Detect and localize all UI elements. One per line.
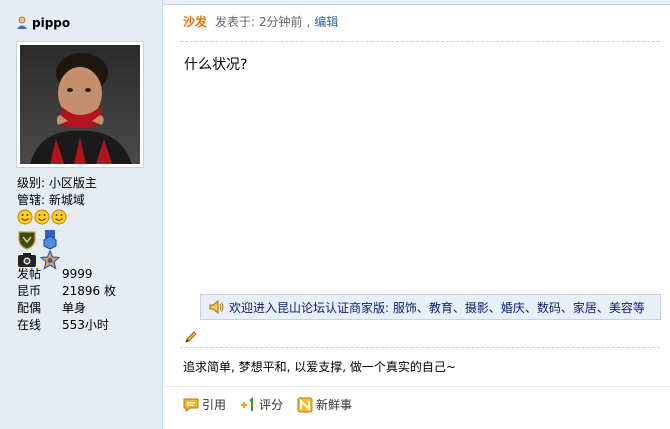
avatar[interactable] [20, 45, 140, 164]
shield-medal-icon[interactable] [17, 230, 37, 250]
stat-row: 发帖 9999 [17, 266, 116, 283]
stat-row: 在线 553小时 [17, 317, 116, 334]
stat-value: 单身 [62, 301, 87, 315]
stat-value: 9999 [62, 267, 93, 281]
speaker-icon [209, 300, 224, 314]
avatar-frame[interactable] [16, 41, 144, 168]
smiley-icon [51, 209, 67, 225]
stat-row: 配偶 单身 [17, 300, 116, 317]
stat-value: 21896 枚 [62, 284, 116, 298]
user-icon [17, 16, 27, 29]
news-label[interactable]: 新鲜事 [316, 396, 352, 413]
stat-value: 553小时 [62, 318, 109, 332]
notice-text[interactable]: 欢迎进入昆山论坛认证商家版: 服饰、教育、摄影、婚庆、数码、家居、美容等 [229, 299, 645, 316]
level-label: 级别: [17, 176, 46, 190]
stat-label: 在线 [17, 318, 42, 332]
user-sidebar: pippo 级别: 小区版主 管辖: 新城域 发帖 9999 昆币 21896 … [0, 0, 163, 429]
signature: 追求简单, 梦想平和, 以爱支撑, 做一个真实的自己~ [183, 360, 456, 374]
news-button[interactable]: 新鲜事 [297, 396, 352, 413]
level-row: 级别: 小区版主 [17, 175, 97, 191]
user-stats: 发帖 9999 昆币 21896 枚 配偶 单身 在线 553小时 [17, 266, 116, 334]
region-value: 新城域 [48, 193, 85, 207]
news-icon [297, 397, 313, 412]
quote-icon [183, 398, 199, 412]
region-row: 管辖: 新城域 [17, 192, 85, 208]
edit-link[interactable]: 编辑 [314, 13, 338, 30]
plus-one-icon [241, 396, 254, 411]
smiley-icon [17, 209, 33, 225]
stat-label: 配偶 [17, 301, 42, 315]
header-divider [180, 41, 660, 42]
rate-button[interactable]: 评分 [240, 396, 283, 413]
region-label: 管辖: [17, 193, 46, 207]
level-value: 小区版主 [48, 176, 97, 190]
rate-label[interactable]: 评分 [259, 396, 283, 413]
rank-stars [17, 209, 67, 225]
footer-divider [165, 386, 670, 387]
quote-label[interactable]: 引用 [202, 396, 226, 413]
ribbon-medal-icon[interactable] [40, 230, 60, 250]
post-actions: 引用 评分 新鲜事 [183, 396, 352, 413]
smiley-icon [34, 209, 50, 225]
stat-row: 昆币 21896 枚 [17, 283, 116, 300]
post-floor-label[interactable]: 沙发 [183, 13, 207, 30]
separator: , [306, 15, 311, 29]
stat-label: 昆币 [17, 284, 42, 298]
post-content: 什么状况? [184, 57, 248, 73]
post-time: 发表于: 2分钟前 [215, 15, 303, 29]
stat-label: 发帖 [17, 267, 42, 281]
username-row[interactable]: pippo [16, 15, 70, 31]
pencil-icon [185, 331, 197, 343]
signature-divider [180, 347, 660, 348]
username[interactable]: pippo [32, 16, 70, 30]
quote-button[interactable]: 引用 [183, 396, 226, 413]
notice-banner[interactable]: 欢迎进入昆山论坛认证商家版: 服饰、教育、摄影、婚庆、数码、家居、美容等 [200, 294, 661, 320]
post-header: 沙发 发表于: 2分钟前 , 编辑 [183, 13, 338, 30]
